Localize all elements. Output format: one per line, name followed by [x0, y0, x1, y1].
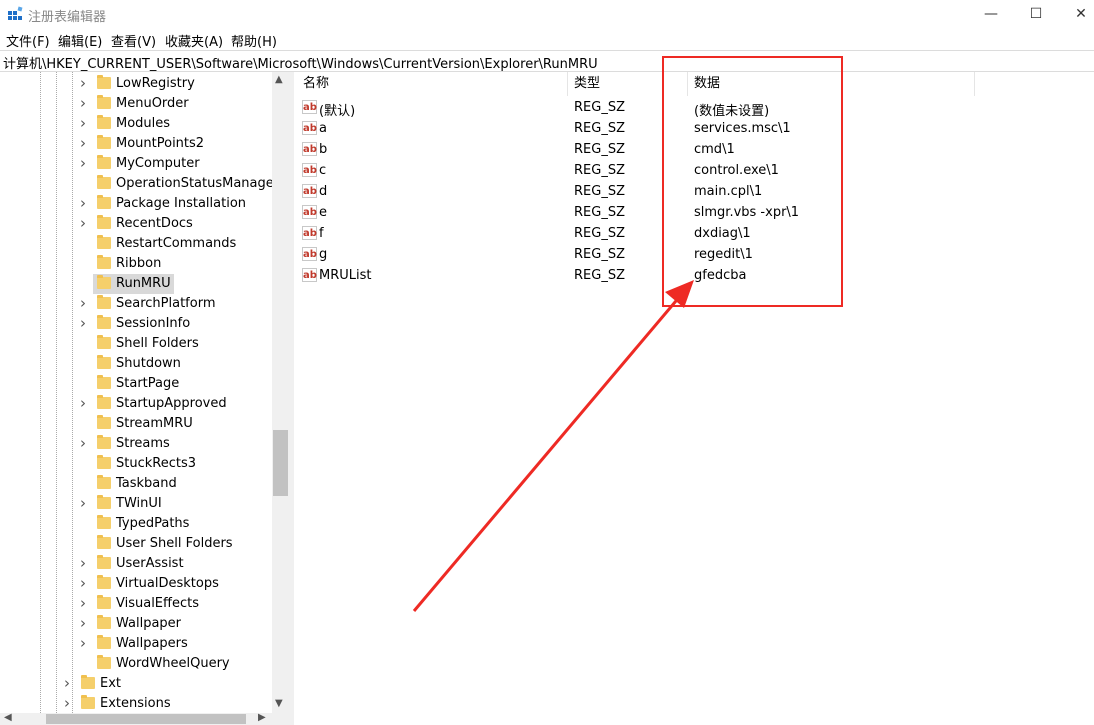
- annotation-arrow: [412, 280, 694, 612]
- annotation-arrow-shaft: [412, 294, 683, 612]
- annotation-arrow-head: [665, 280, 694, 308]
